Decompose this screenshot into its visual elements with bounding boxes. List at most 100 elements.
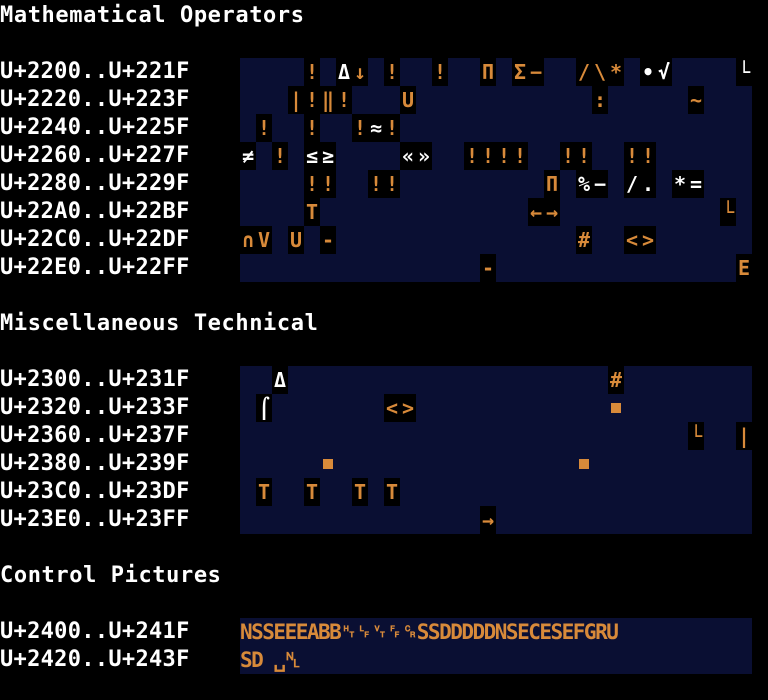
glyph: U <box>400 86 416 114</box>
glyph: ← <box>528 198 544 226</box>
glyph: > <box>400 394 416 422</box>
glyph: ! <box>384 114 400 142</box>
row-label: U+2300..U+231F <box>0 367 190 392</box>
glyph: \ <box>592 58 608 86</box>
glyph-row: !!!! Π% − /. * = <box>240 170 752 198</box>
glyph-row: Δ # <box>240 366 752 394</box>
glyph-row: → <box>240 506 752 534</box>
row-label: U+2360..U+237F <box>0 423 190 448</box>
glyph: ‖ <box>320 86 336 114</box>
glyph: U <box>288 226 304 254</box>
glyph: / <box>576 58 592 86</box>
glyph: T <box>304 198 320 226</box>
glyph: # <box>608 366 624 394</box>
glyph-row: !!! ≈! <box>240 114 752 142</box>
glyph: ! <box>640 142 656 170</box>
glyph-grid-misc-technical: Δ # ⌠ < > └ | T T T T → <box>240 366 752 534</box>
glyph: ~ <box>688 86 704 114</box>
glyph-square <box>611 403 621 413</box>
row-label: U+22A0..U+22BF <box>0 199 190 224</box>
glyph: ≤ <box>304 142 320 170</box>
glyph: ! <box>560 142 576 170</box>
glyph-square <box>323 459 333 469</box>
glyph: ≥ <box>320 142 336 170</box>
glyph-row: ∩ V U - # < > <box>240 226 752 254</box>
glyph-square <box>579 459 589 469</box>
glyph: Π <box>544 170 560 198</box>
control-pictures-row: NSSEEEABB␉␊␋␌␍SSDDDDDNSECESEFGRU <box>240 620 619 644</box>
glyph: └ <box>688 422 704 450</box>
glyph: E <box>736 254 752 282</box>
row-label: U+2200..U+221F <box>0 59 190 84</box>
glyph: • <box>640 58 656 86</box>
glyph: ! <box>464 142 480 170</box>
glyph: - <box>480 254 496 282</box>
glyph: - <box>320 226 336 254</box>
glyph: T <box>384 478 400 506</box>
glyph: ! <box>272 142 288 170</box>
glyph: V <box>256 226 272 254</box>
glyph: → <box>480 506 496 534</box>
row-label: U+2220..U+223F <box>0 87 190 112</box>
glyph: ! <box>624 142 640 170</box>
glyph: ! <box>384 170 400 198</box>
glyph: ! <box>576 142 592 170</box>
glyph: └ <box>720 198 736 226</box>
glyph: Δ <box>336 58 352 86</box>
glyph-row: T ← → └ <box>240 198 752 226</box>
section-title-misc-technical: Miscellaneous Technical <box>0 311 319 336</box>
glyph: ↓ <box>352 58 368 86</box>
glyph: ! <box>304 58 320 86</box>
glyph: ! <box>304 114 320 142</box>
row-label: U+2240..U+225F <box>0 115 190 140</box>
glyph: Π <box>480 58 496 86</box>
glyph: ∩ <box>240 226 256 254</box>
glyph: ! <box>480 142 496 170</box>
glyph: * <box>608 58 624 86</box>
glyph: ! <box>336 86 352 114</box>
control-pictures-row: SD ␣␤ <box>240 648 301 672</box>
glyph: ! <box>432 58 448 86</box>
glyph-row: TTTT <box>240 478 752 506</box>
glyph: − <box>592 170 608 198</box>
glyph-row: -E <box>240 254 752 282</box>
glyph: » <box>416 142 432 170</box>
glyph: ! <box>256 114 272 142</box>
glyph: % <box>576 170 592 198</box>
row-label: U+23E0..U+23FF <box>0 507 190 532</box>
glyph: ⌠ <box>256 394 272 422</box>
row-label: U+2400..U+241F <box>0 619 190 644</box>
glyph: ! <box>384 58 400 86</box>
glyph: < <box>624 226 640 254</box>
glyph: ! <box>304 170 320 198</box>
glyph-row: └ | <box>240 422 752 450</box>
row-label: U+2420..U+243F <box>0 647 190 672</box>
glyph: ≈ <box>368 114 384 142</box>
section-title-math: Mathematical Operators <box>0 3 305 28</box>
glyph: T <box>304 478 320 506</box>
glyph-row: ≠! ≤ ≥ «»!!!!!!!! <box>240 142 752 170</box>
glyph-row: |! ‖! U: ~ <box>240 86 752 114</box>
row-label: U+22E0..U+22FF <box>0 255 190 280</box>
row-label: U+2380..U+239F <box>0 451 190 476</box>
glyph: ! <box>304 86 320 114</box>
glyph: ! <box>352 114 368 142</box>
glyph: − <box>528 58 544 86</box>
glyph: Δ <box>272 366 288 394</box>
glyph: ≠ <box>240 142 256 170</box>
glyph: Σ <box>512 58 528 86</box>
glyph-row: ! Δ ↓!! Π Σ − / \ * • √ └ <box>240 58 752 86</box>
glyph: « <box>400 142 416 170</box>
glyph: * <box>672 170 688 198</box>
glyph: ! <box>496 142 512 170</box>
row-label: U+23C0..U+23DF <box>0 479 190 504</box>
glyph: → <box>544 198 560 226</box>
glyph: | <box>736 422 752 450</box>
section-title-control-pictures: Control Pictures <box>0 563 222 588</box>
glyph-row: ⌠ < > <box>240 394 752 422</box>
glyph-grid-math: ! Δ ↓!! Π Σ − / \ * • √ └ |! ‖! U: ~!!! ≈! ≠! ≤ ≥ «»!!!!!!!!… <box>240 58 752 282</box>
glyph-row <box>240 450 752 478</box>
glyph: . <box>640 170 656 198</box>
row-label: U+22C0..U+22DF <box>0 227 190 252</box>
row-label: U+2260..U+227F <box>0 143 190 168</box>
